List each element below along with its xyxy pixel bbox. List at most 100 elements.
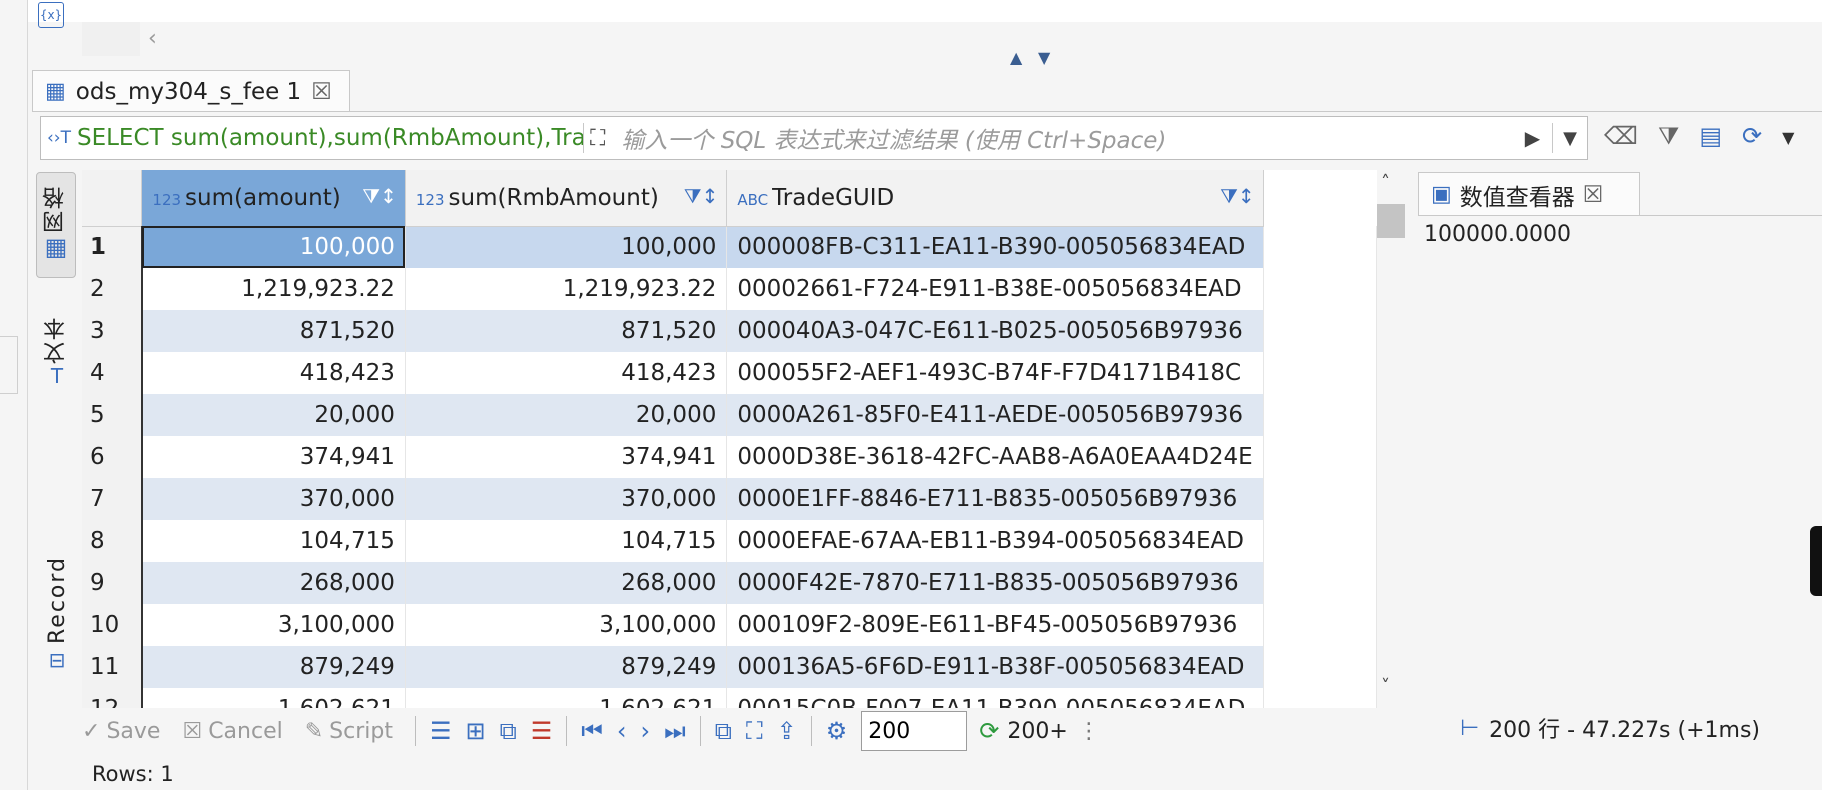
- copy-row-icon[interactable]: ⧉: [500, 717, 517, 745]
- row-number[interactable]: 6: [82, 436, 143, 478]
- menu-down-icon[interactable]: ▼: [1782, 122, 1794, 150]
- table-row[interactable]: 10 3,100,000 3,100,000 000109F2-809E-E61…: [82, 604, 1377, 646]
- sql-file-icon[interactable]: {x}: [38, 2, 64, 28]
- table-row[interactable]: 9 268,000 268,000 0000F42E-7870-E711-B83…: [82, 562, 1377, 604]
- sort-filter-icon[interactable]: ⧩↕: [1220, 184, 1255, 208]
- row-number[interactable]: 12: [82, 688, 143, 708]
- scroll-up-icon[interactable]: ˄: [1381, 172, 1390, 193]
- table-row[interactable]: 1 100,000 100,000 000008FB-C311-EA11-B39…: [82, 226, 1377, 268]
- refresh-icon[interactable]: ⟳: [979, 717, 999, 745]
- more-icon[interactable]: ⋮: [1078, 719, 1100, 744]
- row-number[interactable]: 8: [82, 520, 143, 562]
- grid-vertical-scrollbar[interactable]: ˄ ˅: [1377, 170, 1417, 708]
- cell-tradeguid[interactable]: 000109F2-809E-E611-BF45-005056B97936: [726, 604, 1264, 646]
- cell-tradeguid[interactable]: 000055F2-AEF1-493C-B74F-F7D4171B418C: [726, 352, 1264, 394]
- fit-columns-icon[interactable]: ⛶: [746, 717, 763, 745]
- delete-row-icon[interactable]: ☰: [531, 717, 553, 745]
- row-number[interactable]: 1: [82, 226, 143, 268]
- table-row[interactable]: 4 418,423 418,423 000055F2-AEF1-493C-B74…: [82, 352, 1377, 394]
- cell-sum-rmbamount[interactable]: 1,602,621: [405, 688, 728, 708]
- cell-tradeguid[interactable]: 0000A261-85F0-E411-AEDE-005056B97936: [726, 394, 1264, 436]
- cell-sum-rmbamount[interactable]: 104,715: [405, 520, 728, 562]
- cell-tradeguid[interactable]: 00002661-F724-E911-B38E-005056834EAD: [726, 268, 1264, 310]
- table-row[interactable]: 3 871,520 871,520 000040A3-047C-E611-B02…: [82, 310, 1377, 352]
- table-row[interactable]: 12 1,602,621 1,602,621 00015C0B-F007-EA1…: [82, 688, 1377, 708]
- value-viewer-content[interactable]: 100000.0000: [1424, 222, 1571, 247]
- cell-sum-amount[interactable]: 374,941: [141, 436, 406, 478]
- cell-sum-rmbamount[interactable]: 100,000: [405, 226, 728, 268]
- row-number[interactable]: 5: [82, 394, 143, 436]
- cell-tradeguid[interactable]: 00015C0B-F007-EA11-B390-005056834EAD: [726, 688, 1264, 708]
- close-icon[interactable]: ☒: [311, 79, 332, 105]
- scroll-left-icon[interactable]: ‹: [148, 26, 157, 51]
- expand-icon[interactable]: ⛶: [584, 126, 611, 151]
- table-row[interactable]: 11 879,249 879,249 000136A5-6F6D-E911-B3…: [82, 646, 1377, 688]
- cell-sum-amount[interactable]: 879,249: [141, 646, 406, 688]
- previous-page-icon[interactable]: ‹: [617, 717, 627, 745]
- cell-tradeguid[interactable]: 000040A3-047C-E611-B025-005056B97936: [726, 310, 1264, 352]
- tab-grid[interactable]: 网格 ▦: [36, 172, 76, 278]
- row-number[interactable]: 3: [82, 310, 143, 352]
- script-button[interactable]: ✎ Script: [305, 719, 393, 744]
- column-header-sum-amount[interactable]: 123 sum(amount) ⧩↕: [141, 170, 406, 227]
- row-number[interactable]: 2: [82, 268, 143, 310]
- cell-sum-amount[interactable]: 20,000: [141, 394, 406, 436]
- next-page-icon[interactable]: ›: [640, 717, 650, 745]
- cell-tradeguid[interactable]: 0000F42E-7870-E711-B835-005056B97936: [726, 562, 1264, 604]
- add-row-icon[interactable]: ⊞: [465, 717, 485, 745]
- cell-sum-rmbamount[interactable]: 879,249: [405, 646, 728, 688]
- refresh-icon[interactable]: ⟳: [1742, 122, 1762, 150]
- cell-sum-rmbamount[interactable]: 370,000: [405, 478, 728, 520]
- tab-record[interactable]: Record ⊟: [40, 556, 74, 680]
- edit-cell-icon[interactable]: ☰: [430, 717, 452, 745]
- maximize-panel-icon[interactable]: ▲: [1010, 48, 1022, 67]
- fetch-more-button[interactable]: 200+: [1007, 719, 1067, 744]
- left-handle[interactable]: [0, 336, 18, 394]
- cell-sum-amount[interactable]: 268,000: [141, 562, 406, 604]
- gear-icon[interactable]: ⚙: [826, 717, 848, 745]
- table-row[interactable]: 2 1,219,923.22 1,219,923.22 00002661-F72…: [82, 268, 1377, 310]
- eraser-icon[interactable]: ⌫: [1604, 122, 1638, 150]
- layout-icon[interactable]: ⧉: [715, 717, 732, 745]
- export-icon[interactable]: ⇪: [777, 717, 797, 745]
- cell-sum-amount[interactable]: 104,715: [141, 520, 406, 562]
- cell-sum-amount[interactable]: 871,520: [141, 310, 406, 352]
- right-edge-handle[interactable]: [1810, 526, 1822, 596]
- cell-sum-rmbamount[interactable]: 1,219,923.22: [405, 268, 728, 310]
- table-row[interactable]: 5 20,000 20,000 0000A261-85F0-E411-AEDE-…: [82, 394, 1377, 436]
- apply-filter-icon[interactable]: ▶: [1513, 126, 1552, 150]
- tab-value-viewer[interactable]: ▣ 数值查看器 ☒: [1418, 172, 1640, 216]
- cell-tradeguid[interactable]: 0000D38E-3618-42FC-AAB8-A6A0EAA4D24E: [726, 436, 1264, 478]
- cell-sum-rmbamount[interactable]: 374,941: [405, 436, 728, 478]
- cell-sum-amount[interactable]: 3,100,000: [141, 604, 406, 646]
- column-header-tradeguid[interactable]: ABC TradeGUID ⧩↕: [726, 170, 1264, 227]
- cell-sum-rmbamount[interactable]: 871,520: [405, 310, 728, 352]
- cell-tradeguid[interactable]: 000136A5-6F6D-E911-B38F-005056834EAD: [726, 646, 1264, 688]
- filter-settings-icon[interactable]: ⧩: [1658, 122, 1679, 150]
- table-row[interactable]: 6 374,941 374,941 0000D38E-3618-42FC-AAB…: [82, 436, 1377, 478]
- row-number[interactable]: 10: [82, 604, 143, 646]
- cell-tradeguid[interactable]: 0000EFAE-67AA-EB11-B394-005056834EAD: [726, 520, 1264, 562]
- sort-filter-icon[interactable]: ⧩↕: [684, 184, 719, 208]
- cell-sum-amount[interactable]: 1,219,923.22: [141, 268, 406, 310]
- first-page-icon[interactable]: ⏮: [581, 717, 603, 745]
- row-number[interactable]: 7: [82, 478, 143, 520]
- scroll-thumb[interactable]: [1377, 204, 1405, 238]
- column-header-sum-rmbamount[interactable]: 123 sum(RmbAmount) ⧩↕: [405, 170, 728, 227]
- cell-sum-amount[interactable]: 418,423: [141, 352, 406, 394]
- last-page-icon[interactable]: ⏭: [664, 717, 686, 745]
- tab-results[interactable]: ▦ ods_my304_s_fee 1 ☒: [32, 70, 350, 112]
- table-row[interactable]: 8 104,715 104,715 0000EFAE-67AA-EB11-B39…: [82, 520, 1377, 562]
- close-icon[interactable]: ☒: [1583, 182, 1604, 208]
- panel-settings-icon[interactable]: ▤: [1699, 122, 1722, 150]
- row-number[interactable]: 11: [82, 646, 143, 688]
- cancel-button[interactable]: ☒ Cancel: [182, 719, 282, 744]
- filter-history-icon[interactable]: ▼: [1553, 128, 1587, 149]
- tab-text[interactable]: 文本 T: [40, 316, 74, 406]
- cell-tradeguid[interactable]: 000008FB-C311-EA11-B390-005056834EAD: [726, 226, 1264, 268]
- cell-sum-rmbamount[interactable]: 418,423: [405, 352, 728, 394]
- fetch-size-input[interactable]: [861, 711, 968, 751]
- cell-sum-rmbamount[interactable]: 268,000: [405, 562, 728, 604]
- cell-tradeguid[interactable]: 0000E1FF-8846-E711-B835-005056B97936: [726, 478, 1264, 520]
- scroll-down-icon[interactable]: ˅: [1381, 676, 1390, 697]
